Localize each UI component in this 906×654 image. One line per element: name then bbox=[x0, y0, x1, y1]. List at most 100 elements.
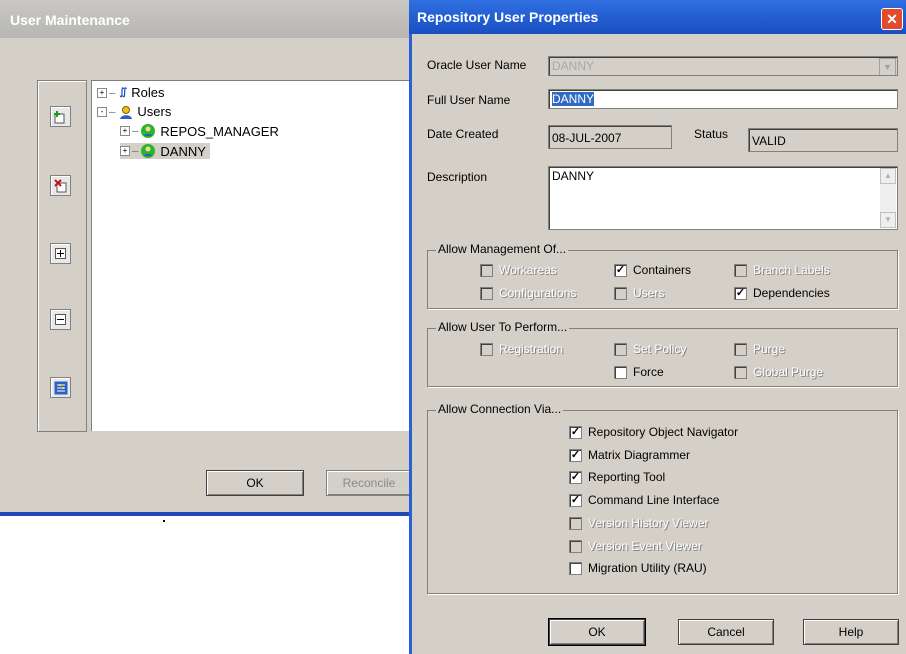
allow-connection-title: Allow Connection Via... bbox=[436, 402, 564, 416]
checkbox-label: Users bbox=[633, 286, 665, 300]
containers-checkbox[interactable]: ✓ Containers bbox=[614, 263, 691, 277]
matrix-diagrammer-checkbox[interactable]: ✓ Matrix Diagrammer bbox=[569, 448, 690, 462]
checkbox-box[interactable]: ✓ bbox=[569, 425, 582, 439]
chevron-down-icon[interactable]: ▼ bbox=[879, 58, 896, 75]
checkbox-box[interactable] bbox=[614, 365, 627, 379]
checkbox-box[interactable]: ✓ bbox=[569, 493, 582, 507]
checkbox-box[interactable] bbox=[480, 286, 493, 300]
checkbox-label: Migration Utility (RAU) bbox=[588, 561, 707, 575]
checkbox-label: Version History Viewer bbox=[588, 516, 709, 530]
delete-user-button[interactable] bbox=[50, 175, 71, 196]
user-maintenance-title: User Maintenance bbox=[10, 12, 130, 28]
scroll-down-icon[interactable]: ▼ bbox=[880, 212, 896, 228]
stray-dot bbox=[163, 520, 165, 522]
full-user-name-input[interactable]: DANNY bbox=[548, 89, 898, 109]
help-button[interactable]: Help bbox=[803, 619, 899, 645]
tree-label-users: Users bbox=[137, 104, 172, 119]
description-label: Description bbox=[427, 170, 488, 184]
ok-button-background[interactable]: OK bbox=[206, 470, 304, 496]
version-event-viewer-checkbox[interactable]: Version Event Viewer bbox=[569, 539, 702, 553]
dialog-title: Repository User Properties bbox=[417, 9, 599, 25]
allow-perform-title: Allow User To Perform... bbox=[436, 320, 570, 334]
cancel-button[interactable]: Cancel bbox=[678, 619, 774, 645]
reconcile-button[interactable]: Reconcile bbox=[326, 470, 412, 496]
tree-node-roles[interactable]: + ─ ∬ Roles bbox=[97, 85, 165, 100]
checkbox-label: Command Line Interface bbox=[588, 493, 720, 507]
date-created-field: 08-JUL-2007 bbox=[548, 125, 672, 149]
checkbox-box[interactable] bbox=[569, 516, 582, 530]
checkbox-box[interactable] bbox=[734, 342, 747, 356]
expand-icon bbox=[55, 248, 66, 259]
checkbox-box[interactable]: ✓ bbox=[569, 470, 582, 484]
collapse-button[interactable] bbox=[50, 309, 71, 330]
checkbox-box[interactable] bbox=[480, 263, 493, 277]
checkbox-label: Registration bbox=[499, 342, 564, 356]
add-user-button[interactable] bbox=[50, 106, 71, 127]
checkbox-box[interactable] bbox=[734, 263, 747, 277]
users-checkbox[interactable]: Users bbox=[614, 286, 664, 300]
force-checkbox[interactable]: Force bbox=[614, 365, 664, 379]
description-scrollbar[interactable]: ▲ ▼ bbox=[880, 168, 896, 228]
properties-button[interactable] bbox=[50, 377, 71, 398]
ok-button[interactable]: OK bbox=[549, 619, 645, 645]
checkbox-box[interactable] bbox=[734, 365, 747, 379]
checkbox-label: Containers bbox=[633, 263, 692, 277]
checkbox-label: Configurations bbox=[499, 286, 577, 300]
checkbox-box[interactable]: ✓ bbox=[734, 286, 747, 300]
set-policy-checkbox[interactable]: Set Policy bbox=[614, 342, 686, 356]
tree-line-icon: ─ bbox=[132, 146, 139, 156]
expand-toggle-icon[interactable]: + bbox=[120, 126, 130, 136]
registration-checkbox[interactable]: Registration bbox=[480, 342, 563, 356]
checkbox-box[interactable] bbox=[569, 561, 582, 575]
close-icon[interactable]: ✕ bbox=[881, 8, 903, 30]
add-user-icon bbox=[53, 110, 64, 123]
reporting-tool-checkbox[interactable]: ✓ Reporting Tool bbox=[569, 470, 665, 484]
dependencies-checkbox[interactable]: ✓ Dependencies bbox=[734, 286, 830, 300]
checkbox-box[interactable]: ✓ bbox=[614, 263, 627, 277]
tree-node-danny[interactable]: + ─ DANNY bbox=[120, 143, 210, 159]
checkbox-label: Reporting Tool bbox=[588, 470, 666, 484]
checkbox-box[interactable] bbox=[569, 539, 582, 553]
collapse-toggle-icon[interactable]: - bbox=[97, 106, 107, 117]
branch-labels-checkbox[interactable]: Branch Labels bbox=[734, 263, 830, 277]
window-border bbox=[0, 512, 414, 516]
expand-button[interactable] bbox=[50, 243, 71, 264]
expand-toggle-icon[interactable]: + bbox=[97, 87, 107, 98]
workareas-checkbox[interactable]: Workareas bbox=[480, 263, 557, 277]
tree-toolbar bbox=[37, 80, 87, 432]
user-tree: + ─ ∬ Roles - ─ Users + ─ REPOS_MANAGER … bbox=[91, 80, 422, 431]
delete-user-icon bbox=[53, 178, 66, 192]
repository-object-navigator-checkbox[interactable]: ✓ Repository Object Navigator bbox=[569, 425, 738, 439]
checkbox-box[interactable]: ✓ bbox=[569, 448, 582, 462]
tree-label-user: DANNY bbox=[160, 143, 206, 159]
migration-utility-checkbox[interactable]: Migration Utility (RAU) bbox=[569, 561, 707, 575]
date-created-label: Date Created bbox=[427, 127, 499, 141]
checkbox-label: Dependencies bbox=[753, 286, 830, 300]
roles-group-icon: ∬ bbox=[119, 87, 128, 98]
global-purge-checkbox[interactable]: Global Purge bbox=[734, 365, 823, 379]
properties-icon bbox=[54, 381, 67, 394]
status-label: Status bbox=[694, 127, 729, 141]
users-icon bbox=[120, 105, 133, 119]
checkbox-box[interactable] bbox=[614, 342, 627, 356]
purge-checkbox[interactable]: Purge bbox=[734, 342, 785, 356]
expand-toggle-icon[interactable]: + bbox=[120, 146, 130, 156]
tree-label-user: REPOS_MANAGER bbox=[160, 123, 279, 139]
checkbox-box[interactable] bbox=[614, 286, 627, 300]
version-history-viewer-checkbox[interactable]: Version History Viewer bbox=[569, 516, 709, 530]
status-field: VALID bbox=[748, 128, 898, 152]
description-textarea[interactable]: DANNY ▲ ▼ bbox=[548, 166, 898, 230]
checkbox-box[interactable] bbox=[480, 342, 493, 356]
checkbox-label: Purge bbox=[753, 342, 786, 356]
tree-node-repos-manager[interactable]: + ─ REPOS_MANAGER bbox=[120, 123, 279, 139]
full-user-name-value: DANNY bbox=[552, 92, 595, 106]
checkbox-label: Version Event Viewer bbox=[588, 539, 702, 553]
checkbox-label: Set Policy bbox=[633, 342, 687, 356]
oracle-user-name-select[interactable]: DANNY ▼ bbox=[548, 56, 898, 76]
full-user-name-label: Full User Name bbox=[427, 93, 511, 107]
configurations-checkbox[interactable]: Configurations bbox=[480, 286, 576, 300]
command-line-interface-checkbox[interactable]: ✓ Command Line Interface bbox=[569, 493, 719, 507]
scroll-up-icon[interactable]: ▲ bbox=[880, 168, 896, 184]
tree-node-users[interactable]: - ─ Users bbox=[97, 104, 171, 119]
dialog-titlebar: Repository User Properties ✕ bbox=[409, 0, 906, 34]
